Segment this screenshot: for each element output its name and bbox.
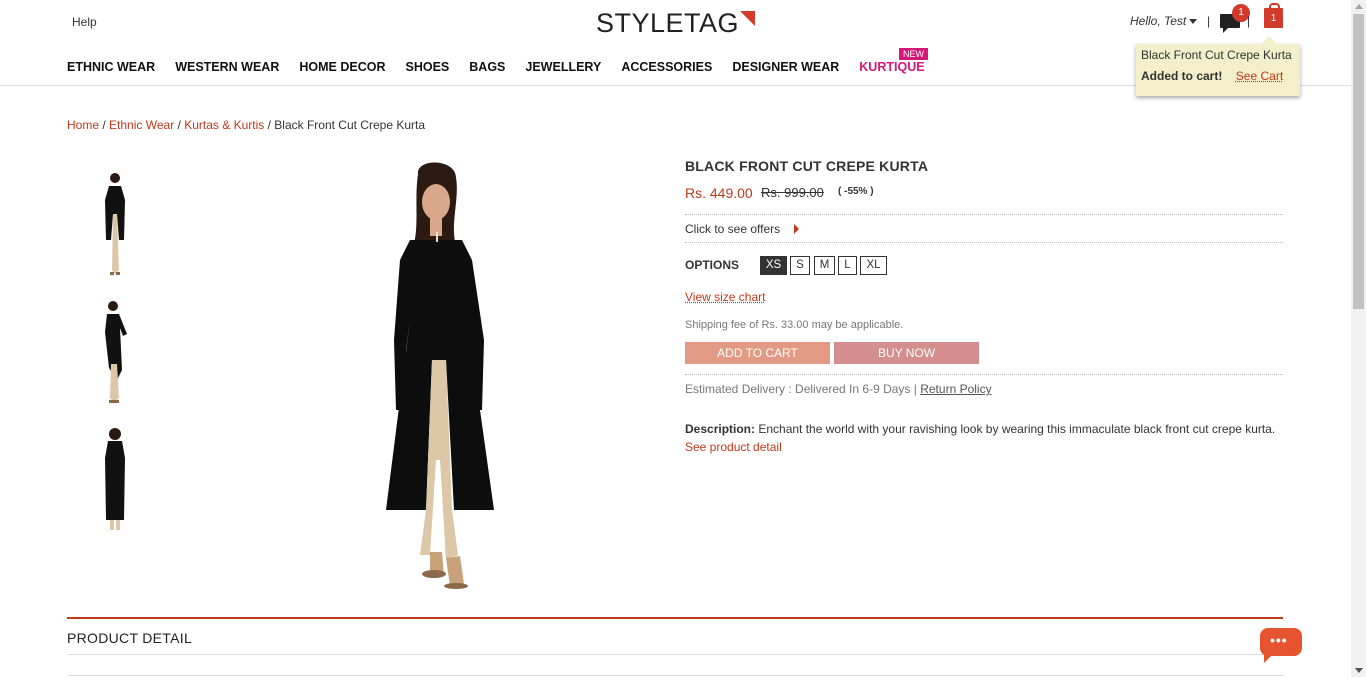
description-label: Description: (685, 422, 756, 436)
nav-bags[interactable]: BAGS (469, 60, 505, 74)
breadcrumb-sep: / (177, 118, 181, 132)
see-cart-link[interactable]: See Cart (1236, 69, 1283, 83)
add-to-cart-button[interactable]: ADD TO CART (685, 342, 830, 364)
logo-corner-mark (740, 11, 755, 26)
live-chat-icon[interactable]: ••• (1260, 628, 1302, 663)
product-detail-heading[interactable]: PRODUCT DETAIL (67, 630, 192, 646)
delivery-text: Estimated Delivery : Delivered In 6-9 Da… (685, 382, 917, 396)
help-link[interactable]: Help (72, 15, 97, 29)
nav-designer-wear[interactable]: DESIGNER WEAR (732, 60, 839, 74)
styletag-logo[interactable]: STYLETAG (596, 8, 739, 39)
description-text: Enchant the world with your ravishing lo… (758, 422, 1276, 436)
divider (685, 214, 1283, 215)
chat-dots: ••• (1270, 632, 1288, 648)
buy-now-button[interactable]: BUY NOW (834, 342, 979, 364)
product-thumbnail-3[interactable] (95, 426, 135, 536)
nav-home-decor[interactable]: HOME DECOR (299, 60, 385, 74)
discount-percent: ( -55% ) (838, 186, 874, 197)
added-to-cart-popup: Black Front Cut Crepe Kurta Added to car… (1136, 36, 1300, 96)
product-main-image[interactable] (370, 160, 510, 590)
product-description: Description: Enchant the world with your… (685, 422, 1285, 436)
scroll-down-arrow-icon[interactable] (1355, 668, 1363, 673)
product-thumbnail-2[interactable] (95, 298, 135, 408)
product-title: BLACK FRONT CUT CREPE KURTA (685, 158, 929, 174)
popup-message: Added to cart! (1141, 69, 1223, 83)
nav-accessories[interactable]: ACCESSORIES (621, 60, 712, 74)
nav-shoes[interactable]: SHOES (406, 60, 450, 74)
breadcrumb: Home / Ethnic Wear / Kurtas & Kurtis / B… (67, 118, 425, 132)
divider (67, 654, 1283, 655)
offers-toggle[interactable]: Click to see offers (685, 222, 780, 236)
nav-kurtique[interactable]: KURTIQUE (859, 60, 924, 74)
breadcrumb-current: Black Front Cut Crepe Kurta (274, 118, 426, 132)
divider: | (1207, 14, 1211, 28)
cart-bag-icon[interactable]: 1 (1264, 3, 1283, 28)
original-price: Rs. 999.00 (761, 185, 824, 200)
view-size-chart-link[interactable]: View size chart (685, 290, 765, 304)
size-option-xl[interactable]: XL (860, 256, 887, 275)
divider (67, 675, 1283, 676)
breadcrumb-home[interactable]: Home (67, 118, 99, 132)
page-scrollbar[interactable] (1351, 0, 1366, 677)
caret-right-icon[interactable] (794, 224, 799, 234)
breadcrumb-sep: / (102, 118, 106, 132)
shipping-note: Shipping fee of Rs. 33.00 may be applica… (685, 319, 904, 331)
account-menu[interactable]: Hello, Test (1130, 14, 1198, 28)
popup-product-name: Black Front Cut Crepe Kurta (1141, 48, 1292, 62)
size-option-m[interactable]: M (814, 256, 835, 275)
scrollbar-thumb[interactable] (1353, 14, 1364, 309)
size-option-xs[interactable]: XS (760, 256, 787, 275)
return-policy-link[interactable]: Return Policy (920, 382, 991, 396)
breadcrumb-sep: / (267, 118, 271, 132)
scroll-up-arrow-icon[interactable] (1355, 4, 1363, 9)
nav-western-wear[interactable]: WESTERN WEAR (175, 60, 279, 74)
main-nav: ETHNIC WEAR WESTERN WEAR HOME DECOR SHOE… (67, 60, 945, 74)
see-product-detail-link[interactable]: See product detail (685, 440, 782, 454)
estimated-delivery: Estimated Delivery : Delivered In 6-9 Da… (685, 382, 992, 396)
divider (685, 242, 1283, 243)
new-badge: NEW (899, 48, 928, 60)
nav-ethnic-wear[interactable]: ETHNIC WEAR (67, 60, 155, 74)
options-label: OPTIONS (685, 258, 740, 272)
breadcrumb-ethnic-wear[interactable]: Ethnic Wear (109, 118, 174, 132)
size-option-s[interactable]: S (790, 256, 810, 275)
chevron-down-icon (1189, 19, 1198, 25)
nav-jewellery[interactable]: JEWELLERY (525, 60, 601, 74)
greeting-text: Hello, Test (1130, 14, 1187, 28)
divider (685, 374, 1283, 375)
size-option-l[interactable]: L (838, 256, 857, 275)
breadcrumb-kurtas[interactable]: Kurtas & Kurtis (184, 118, 264, 132)
section-rule (67, 617, 1283, 619)
divider: | (1247, 14, 1251, 28)
sale-price: Rs. 449.00 (685, 185, 753, 201)
product-thumbnail-1[interactable] (95, 170, 135, 280)
